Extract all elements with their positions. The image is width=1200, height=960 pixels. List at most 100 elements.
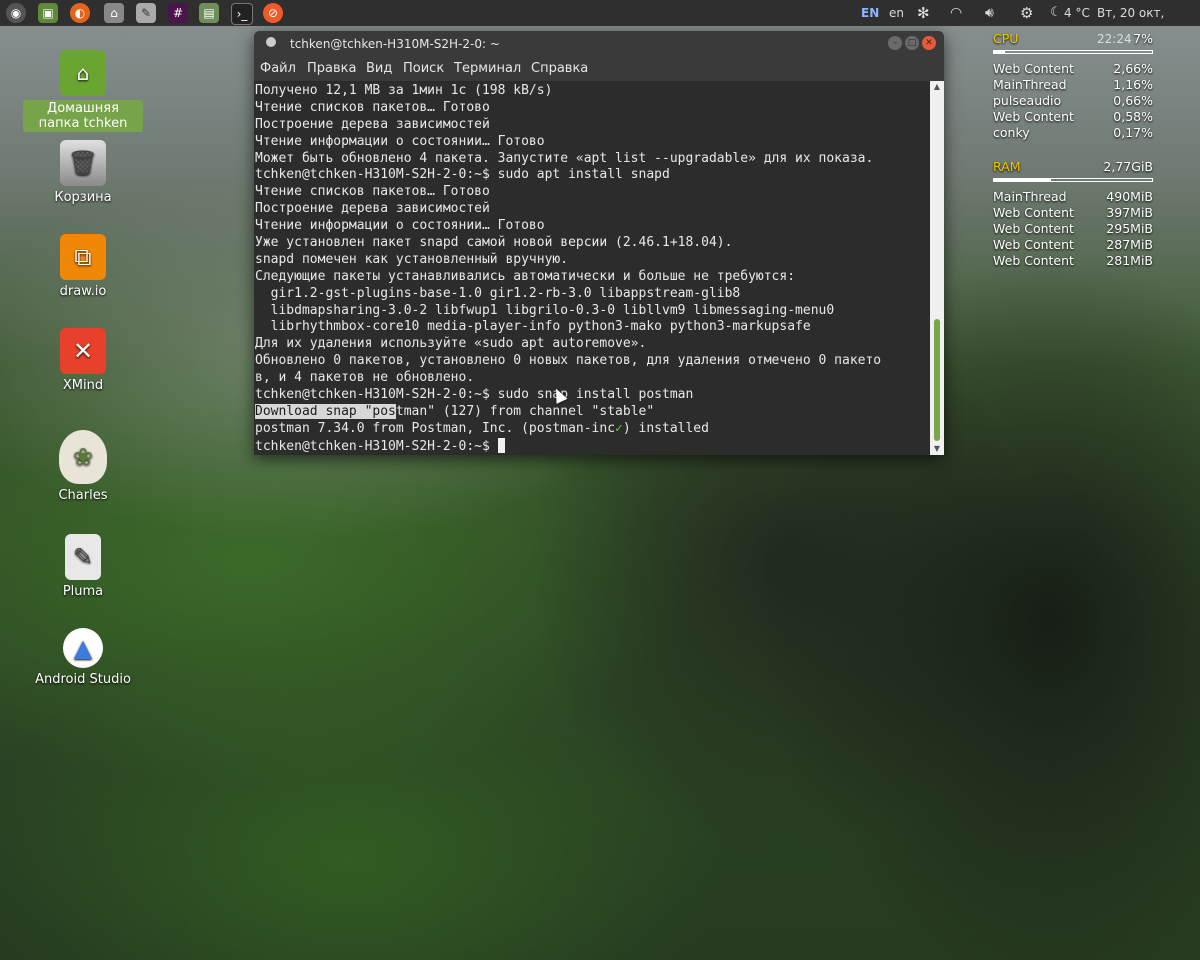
terminal-line: librhythmbox-core10 media-player-info py… xyxy=(255,319,811,335)
ram-bar xyxy=(993,178,1153,182)
terminal-titlebar[interactable]: tchken@tchken-H310M-S2H-2-0: ~ – □ ✕ xyxy=(254,31,944,57)
maximize-button[interactable]: □ xyxy=(905,36,919,50)
process-name: conky xyxy=(993,125,1030,140)
process-value: 295MiB xyxy=(1106,221,1153,236)
process-value: 397MiB xyxy=(1106,205,1153,220)
ram-process-row: Web Content 287MiB xyxy=(993,237,1153,253)
desktop-icon-label: Charles xyxy=(58,488,108,503)
input-language-indicator[interactable]: en xyxy=(889,0,904,26)
charles-jug-icon: ❀ xyxy=(59,430,107,484)
terminal-output[interactable]: Получено 12,1 MB за 1мин 1с (198 kB/s) Ч… xyxy=(254,81,930,455)
weather-temperature[interactable]: 4 °C xyxy=(1064,0,1090,26)
compass-icon[interactable]: ⊘ xyxy=(263,3,283,23)
menu-search[interactable]: Поиск xyxy=(403,61,444,76)
desktop-icon-label: Корзина xyxy=(54,190,112,205)
conky-monitor: CPU 7% Web Content 2,66% MainThread 1,16% … xyxy=(993,31,1153,269)
terminal-line-installed: postman 7.34.0 from Postman, Inc. (postm… xyxy=(255,421,930,438)
installed-text: postman 7.34.0 from Postman, Inc. (postm… xyxy=(255,420,616,436)
terminal-line: в, и 4 пакетов не обновлено. xyxy=(255,370,475,386)
terminal-line: Построение дерева зависимостей xyxy=(255,116,490,132)
desktop-icon-label: XMind xyxy=(62,378,104,393)
terminal-line: Построение дерева зависимостей xyxy=(255,201,490,217)
cpu-process-row: pulseaudio 0,66% xyxy=(993,93,1153,109)
process-value: 490MiB xyxy=(1106,189,1153,204)
desktop-icon-home[interactable]: ⌂ Домашняя папка tchken xyxy=(23,50,143,132)
installed-suffix: ) installed xyxy=(622,420,709,436)
teapot-icon[interactable]: ⌂ xyxy=(104,3,124,23)
terminal-line: tchken@tchken-H310M-S2H-2-0:~$ sudo snap… xyxy=(255,387,694,403)
terminal-menubar: Файл Правка Вид Поиск Терминал Справка xyxy=(254,57,944,82)
terminal-line: Обновлено 0 пакетов, установлено 0 новых… xyxy=(255,353,882,369)
process-name: Web Content xyxy=(993,237,1074,252)
disk-icon[interactable]: ▤ xyxy=(199,3,219,23)
cpu-bar-fill xyxy=(994,51,1006,53)
desktop-icon-android-studio[interactable]: ▲ Android Studio xyxy=(23,628,143,687)
desktop-icon-label: draw.io xyxy=(59,284,107,299)
process-value: 0,58% xyxy=(1113,109,1153,124)
process-name: Web Content xyxy=(993,61,1074,76)
settings-gear-icon[interactable]: ⚙ xyxy=(1020,0,1033,26)
desktop-icon-pluma[interactable]: ✎ Pluma xyxy=(23,534,143,599)
checkmark-icon: ✓ xyxy=(615,420,623,436)
menu-terminal[interactable]: Терминал xyxy=(454,61,521,76)
shell-prompt: tchken@tchken-H310M-S2H-2-0:~$ xyxy=(255,438,498,454)
process-name: MainThread xyxy=(993,77,1067,92)
ram-process-row: Web Content 281MiB xyxy=(993,253,1153,269)
terminal-window[interactable]: tchken@tchken-H310M-S2H-2-0: ~ – □ ✕ Фай… xyxy=(254,31,944,455)
ram-process-row: MainThread 490MiB xyxy=(993,189,1153,205)
process-name: Web Content xyxy=(993,253,1074,268)
scrollbar-thumb[interactable] xyxy=(934,319,940,441)
process-value: 1,16% xyxy=(1113,77,1153,92)
cpu-label: CPU xyxy=(993,31,1019,46)
drawio-icon: ⧉ xyxy=(60,234,106,280)
firefox-icon[interactable]: ◐ xyxy=(70,3,90,23)
terminal-scrollbar[interactable]: ▲ ▼ xyxy=(930,81,944,455)
volume-icon[interactable]: 🔊︎ xyxy=(985,0,994,26)
slack-tray-icon[interactable]: ✻ xyxy=(917,0,930,26)
desktop-icon-charles[interactable]: ❀ Charles xyxy=(23,430,143,503)
terminal-line: Следующие пакеты устанавливались автомат… xyxy=(255,268,796,284)
terminal-icon[interactable]: ›_ xyxy=(231,3,253,25)
terminal-line: Чтение списков пакетов… Готово xyxy=(255,99,490,115)
terminal-line: Чтение информации о состоянии… Готово xyxy=(255,218,545,234)
menu-help[interactable]: Справка xyxy=(531,61,588,76)
menu-icon[interactable]: ◉ xyxy=(6,3,26,23)
home-folder-icon: ⌂ xyxy=(60,50,106,96)
desktop-icon-drawio[interactable]: ⧉ draw.io xyxy=(23,234,143,299)
close-button[interactable]: ✕ xyxy=(922,36,936,50)
ram-process-row: Web Content 397MiB xyxy=(993,205,1153,221)
terminal-prompt-line[interactable]: tchken@tchken-H310M-S2H-2-0:~$ xyxy=(255,437,930,455)
process-name: Web Content xyxy=(993,221,1074,236)
download-text: tman" (127) from channel "stable" xyxy=(395,403,655,419)
terminal-line: tchken@tchken-H310M-S2H-2-0:~$ sudo apt … xyxy=(255,167,670,183)
cpu-process-row: Web Content 0,58% xyxy=(993,109,1153,125)
pluma-icon: ✎ xyxy=(65,534,101,580)
slack-icon[interactable]: # xyxy=(168,3,188,23)
image-viewer-icon[interactable]: ▣ xyxy=(38,3,58,23)
menu-file[interactable]: Файл xyxy=(260,61,296,76)
cpu-value: 7% xyxy=(1133,31,1153,46)
process-name: pulseaudio xyxy=(993,93,1062,108)
process-value: 0,66% xyxy=(1113,93,1153,108)
scroll-down-arrow-icon[interactable]: ▼ xyxy=(930,443,944,455)
trash-icon: 🗑︎ xyxy=(60,140,106,186)
menu-view[interactable]: Вид xyxy=(366,61,392,76)
terminal-line: Уже установлен пакет snapd самой новой в… xyxy=(255,235,733,251)
desktop-icon-trash[interactable]: 🗑︎ Корзина xyxy=(23,140,143,205)
android-studio-icon: ▲ xyxy=(63,628,103,668)
text-editor-icon[interactable]: ✎ xyxy=(136,3,156,23)
wifi-icon[interactable]: ◠ xyxy=(950,0,962,26)
desktop-icon-label: Pluma xyxy=(62,584,104,599)
scroll-up-arrow-icon[interactable]: ▲ xyxy=(930,81,944,93)
process-name: MainThread xyxy=(993,189,1067,204)
menu-edit[interactable]: Правка xyxy=(307,61,356,76)
process-name: Web Content xyxy=(993,205,1074,220)
ram-value: 2,77GiB xyxy=(1103,159,1153,174)
terminal-line: Чтение списков пакетов… Готово xyxy=(255,184,490,200)
keyboard-layout-indicator[interactable]: EN xyxy=(861,0,879,26)
cpu-process-row: Web Content 2,66% xyxy=(993,61,1153,77)
minimize-button[interactable]: – xyxy=(888,36,902,50)
process-value: 281MiB xyxy=(1106,253,1153,268)
clock[interactable]: Вт, 20 окт, 22:24 xyxy=(1097,0,1200,46)
desktop-icon-xmind[interactable]: ✕ XMind xyxy=(23,328,143,393)
